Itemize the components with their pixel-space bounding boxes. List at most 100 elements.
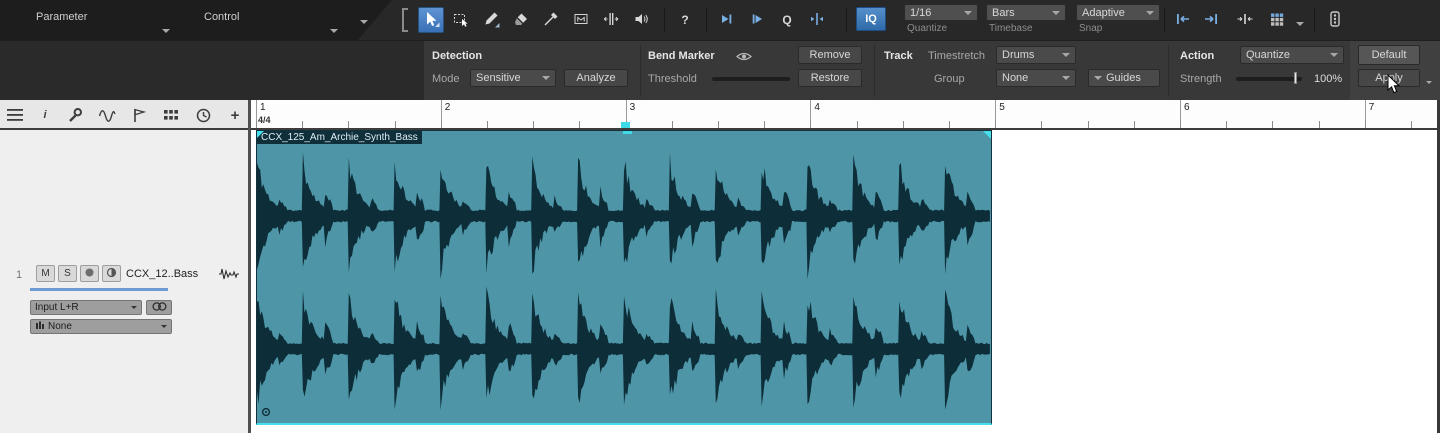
parameter-menu[interactable]: Parameter xyxy=(36,11,87,23)
control-menu[interactable]: Control xyxy=(204,11,239,23)
clip-handle-top-right[interactable] xyxy=(983,131,991,139)
bend-marker-next-button[interactable] xyxy=(744,7,770,33)
listen-tool-button[interactable] xyxy=(628,7,654,33)
audio-clip[interactable]: CCX_125_Am_Archie_Synth_Bass xyxy=(256,130,992,425)
timestretch-select[interactable]: Drums xyxy=(996,46,1076,64)
timebase-select[interactable]: Bars xyxy=(986,4,1066,21)
quantize-select-value: 1/16 xyxy=(910,6,932,19)
grid-button[interactable] xyxy=(160,106,182,124)
line-tool-button[interactable] xyxy=(538,7,564,33)
mouse-cursor xyxy=(1387,73,1401,97)
mute-button[interactable]: M xyxy=(36,265,55,282)
panel-overflow-caret[interactable] xyxy=(1426,75,1432,87)
strength-slider-handle[interactable] xyxy=(1294,72,1297,84)
insert-select[interactable]: None xyxy=(30,319,172,334)
clip-name: CCX_125_Am_Archie_Synth_Bass xyxy=(257,131,422,144)
channel-mode-button[interactable] xyxy=(102,265,121,282)
arrow-tool-icon xyxy=(422,10,440,31)
control-menu-caret[interactable] xyxy=(330,24,338,36)
bend-marker-prev-icon xyxy=(718,10,736,31)
panel-divider xyxy=(874,45,875,97)
ruler-beat-tick xyxy=(671,121,673,128)
clip-handle-top-left[interactable] xyxy=(257,131,264,138)
arrow-tool-button[interactable] xyxy=(418,7,444,33)
action-select-value: Quantize xyxy=(1246,49,1291,61)
pencil-tool-button[interactable] xyxy=(478,7,504,33)
ruler-beat-tick xyxy=(579,121,581,128)
guides-select[interactable]: Guides xyxy=(1088,69,1160,87)
ruler-beat-tick xyxy=(764,121,766,128)
playhead-marker[interactable] xyxy=(621,122,630,128)
solo-button[interactable]: S xyxy=(58,265,77,282)
snap-label: Snap xyxy=(1079,23,1103,34)
track-name[interactable]: CCX_12..Bass xyxy=(126,268,198,280)
action-select[interactable]: Quantize xyxy=(1240,46,1344,64)
ruler-beat-tick xyxy=(1364,121,1366,128)
action-title: Action xyxy=(1180,50,1215,62)
ruler-bar-number: 2 xyxy=(444,102,451,113)
input-select[interactable]: Input L+R xyxy=(30,300,142,315)
grid-options-button[interactable] xyxy=(1262,7,1292,33)
automation-button[interactable] xyxy=(96,106,118,124)
ruler-beat-tick xyxy=(856,121,858,128)
timeline-ruler[interactable]: 1 2 3 4 5 6 7 4/4 xyxy=(251,100,1437,130)
snap-select[interactable]: Adaptive xyxy=(1076,4,1160,21)
add-track-button[interactable]: + xyxy=(224,106,246,124)
line-tool-icon xyxy=(542,10,560,31)
ruler-beat-tick xyxy=(1411,121,1412,128)
record-arm-button[interactable] xyxy=(80,265,99,282)
strength-slider[interactable] xyxy=(1236,77,1302,81)
quantize-tool-button[interactable]: Q xyxy=(774,7,800,33)
group-select[interactable]: None xyxy=(996,69,1076,87)
track-menu-button[interactable] xyxy=(4,106,26,124)
toolbar-separator xyxy=(1164,8,1165,32)
parameter-menu-caret[interactable] xyxy=(162,24,170,36)
track-view-button[interactable] xyxy=(1322,7,1348,33)
bend-marker-visibility-icon[interactable] xyxy=(736,51,752,65)
grid-options-caret[interactable] xyxy=(1296,17,1304,29)
top-toolbar: Parameter Control ? Q IQ 1/16 Quantize B… xyxy=(0,0,1440,40)
track-waveform-icon xyxy=(218,266,240,285)
remove-button[interactable]: Remove xyxy=(798,46,862,64)
inspector-button[interactable]: i xyxy=(34,106,56,124)
tempo-button[interactable] xyxy=(192,106,214,124)
analyze-button[interactable]: Analyze xyxy=(564,69,628,87)
quantize-select[interactable]: 1/16 xyxy=(904,4,978,21)
marker-flag-button[interactable] xyxy=(128,106,150,124)
restore-button[interactable]: Restore xyxy=(798,69,862,87)
ruler-beat-tick xyxy=(1318,121,1320,128)
bend-split-tool-button[interactable] xyxy=(598,7,624,33)
stereo-link-toggle[interactable] xyxy=(146,300,172,315)
ruler-beat-tick xyxy=(1180,121,1181,128)
eraser-tool-button[interactable] xyxy=(508,7,534,33)
ruler-beat-tick xyxy=(810,121,812,128)
mode-select[interactable]: Sensitive xyxy=(470,69,556,87)
track-color-bar[interactable] xyxy=(30,288,168,291)
help-button[interactable]: ? xyxy=(672,7,698,33)
bend-marker-tool-button[interactable] xyxy=(804,7,830,33)
clip-options-icon[interactable] xyxy=(261,407,271,420)
mute-tool-button[interactable] xyxy=(568,7,594,33)
ruler-bar-number: 7 xyxy=(1368,102,1375,113)
splitter-button[interactable] xyxy=(1232,7,1258,33)
mode-label: Mode xyxy=(432,73,460,85)
clip-waveform xyxy=(257,151,990,411)
help-icon: ? xyxy=(681,13,689,27)
quantize-tool-icon: Q xyxy=(782,13,792,27)
menu-overflow-caret[interactable] xyxy=(360,15,368,27)
insert-select-value: None xyxy=(48,321,72,332)
default-button[interactable]: Default xyxy=(1358,45,1420,65)
track-section-title: Track xyxy=(884,50,913,62)
threshold-slider[interactable] xyxy=(712,77,790,81)
bend-marker-prev-button[interactable] xyxy=(714,7,740,33)
nudge-right-button[interactable] xyxy=(1198,7,1224,33)
audio-bend-panel: Detection Mode Sensitive Analyze Bend Ma… xyxy=(0,40,1440,101)
range-tool-button[interactable] xyxy=(448,7,474,33)
splitter-icon xyxy=(1236,10,1254,31)
nudge-left-button[interactable] xyxy=(1170,7,1196,33)
input-select-value: Input L+R xyxy=(35,302,79,313)
iq-button[interactable]: IQ xyxy=(856,7,886,31)
tools-button[interactable] xyxy=(64,106,86,124)
ruler-bar-number: 4 xyxy=(814,102,820,113)
ruler-beat-tick xyxy=(487,121,488,128)
